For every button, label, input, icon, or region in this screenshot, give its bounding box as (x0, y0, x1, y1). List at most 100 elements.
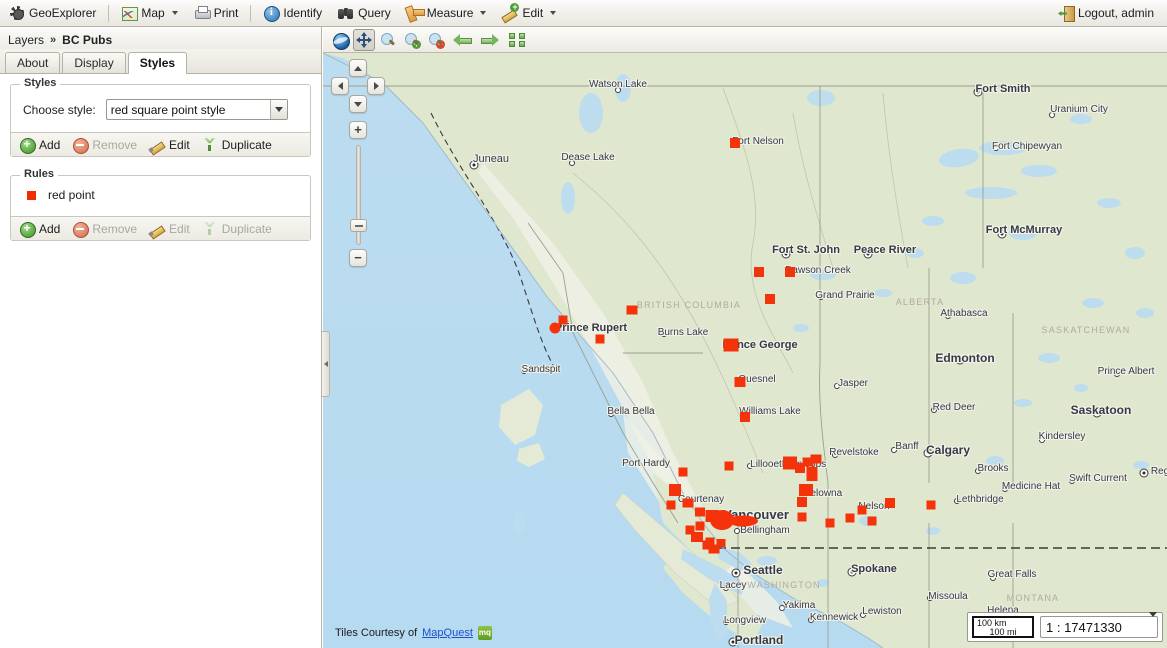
tab-display[interactable]: Display (62, 52, 125, 73)
rules-add-label: Add (39, 222, 60, 236)
menu-measure[interactable]: Measure (400, 2, 494, 25)
style-select-value: red square point style (107, 103, 270, 117)
feature-point[interactable] (799, 484, 813, 496)
choose-style-label: Choose style: (23, 103, 96, 117)
mapquest-link[interactable]: MapQuest (422, 627, 473, 639)
map-city-label: Medicine Hat (1002, 481, 1060, 492)
zoom-out-button[interactable]: − (425, 29, 447, 51)
rules-edit-button[interactable]: Edit (149, 221, 190, 237)
rule-label[interactable]: red point (48, 188, 95, 202)
info-icon (263, 5, 279, 21)
feature-point[interactable] (858, 506, 867, 515)
map-city-label: Bellingham (740, 525, 789, 536)
tab-strip: About Display Styles (0, 49, 321, 74)
logout-button[interactable]: Logout, admin (1051, 2, 1161, 25)
zoom-to-extent-button[interactable] (505, 29, 529, 51)
pan-button[interactable] (353, 29, 375, 51)
feature-point[interactable] (797, 497, 807, 507)
feature-point[interactable] (730, 138, 740, 148)
feature-point[interactable] (728, 516, 758, 527)
feature-point[interactable] (826, 519, 835, 528)
map-city-label: Reg (1151, 466, 1167, 477)
next-extent-button[interactable] (477, 29, 503, 51)
feature-point[interactable] (927, 501, 936, 510)
menu-identify[interactable]: Identify (256, 2, 329, 25)
duplicate-icon (202, 221, 218, 237)
menu-edit[interactable]: Edit (495, 2, 563, 25)
scale-select-arrow[interactable] (1149, 617, 1157, 637)
map-region-label: MONTANA (1007, 593, 1060, 603)
map-city-label: Juneau (473, 153, 509, 165)
feature-point[interactable] (885, 498, 895, 508)
panel-collapse-handle[interactable] (322, 331, 330, 397)
app-brand[interactable]: GeoExplorer (1, 2, 103, 25)
zoom-box-button[interactable] (377, 29, 399, 51)
feature-point[interactable] (627, 306, 638, 315)
feature-point[interactable] (735, 377, 746, 387)
menu-map[interactable]: Map (114, 2, 184, 25)
styles-add-button[interactable]: Add (19, 137, 60, 153)
map-city-label: Lacey (720, 580, 747, 591)
styles-remove-button[interactable]: Remove (72, 137, 137, 153)
zoom-slider-thumb[interactable] (350, 219, 367, 232)
feature-point[interactable] (754, 267, 764, 277)
feature-point[interactable] (559, 316, 568, 325)
remove-icon (72, 221, 88, 237)
zoom-in-button[interactable]: + (401, 29, 423, 51)
map-region-label: SASKATCHEWAN (1042, 325, 1131, 335)
feature-point[interactable] (740, 412, 750, 422)
menu-query[interactable]: Query (331, 2, 398, 25)
feature-point[interactable] (696, 522, 705, 531)
feature-point[interactable] (683, 499, 694, 508)
pan-east-button[interactable] (367, 77, 385, 95)
feature-point[interactable] (868, 517, 877, 526)
pan-south-button[interactable] (349, 95, 367, 113)
styles-legend: Styles (20, 77, 60, 89)
map-city-label: Athabasca (940, 308, 987, 319)
map-city-label: Seattle (743, 563, 782, 577)
menu-print[interactable]: Print (187, 2, 246, 25)
styles-add-label: Add (39, 138, 60, 152)
map-canvas[interactable]: Watson LakeFort SmithUranium CityFort Ne… (323, 53, 1167, 648)
feature-point[interactable] (785, 267, 795, 277)
styles-duplicate-button[interactable]: Duplicate (202, 137, 272, 153)
zoom-in-stepper[interactable]: + (349, 121, 367, 139)
style-select-arrow[interactable] (270, 100, 287, 119)
feature-point[interactable] (706, 538, 715, 547)
pan-north-button[interactable] (349, 59, 367, 77)
feature-point[interactable] (807, 467, 818, 481)
feature-point[interactable] (695, 508, 705, 517)
feature-point[interactable] (679, 468, 688, 477)
feature-point[interactable] (798, 513, 807, 522)
rules-duplicate-button[interactable]: Duplicate (202, 221, 272, 237)
rules-remove-button[interactable]: Remove (72, 221, 137, 237)
feature-point[interactable] (691, 532, 703, 542)
feature-point[interactable] (724, 339, 739, 352)
rules-add-button[interactable]: Add (19, 221, 60, 237)
styles-edit-button[interactable]: Edit (149, 137, 190, 153)
feature-point[interactable] (846, 514, 855, 523)
pan-west-button[interactable] (331, 77, 349, 95)
remove-icon (72, 137, 88, 153)
tab-about[interactable]: About (5, 52, 60, 73)
map-city-label: Burns Lake (658, 327, 709, 338)
breadcrumb-root[interactable]: Layers (8, 33, 44, 47)
layers-globe-button[interactable] (329, 29, 351, 51)
chevron-down-icon (275, 107, 283, 112)
feature-point[interactable] (811, 455, 822, 464)
menu-identify-label: Identify (283, 6, 322, 20)
map-city-label: Fort Chipewyan (992, 141, 1062, 152)
feature-point[interactable] (717, 539, 726, 547)
feature-point[interactable] (667, 501, 676, 510)
style-select[interactable]: red square point style (106, 99, 288, 120)
feature-point[interactable] (669, 484, 681, 496)
feature-point[interactable] (725, 462, 734, 471)
zoom-out-stepper[interactable]: − (349, 249, 367, 267)
feature-point[interactable] (765, 294, 775, 304)
feature-point[interactable] (596, 335, 605, 344)
map-city-label: Kindersley (1039, 431, 1086, 442)
tab-styles[interactable]: Styles (128, 52, 187, 74)
previous-extent-button[interactable] (449, 29, 475, 51)
scale-select[interactable]: 1 : 17471330 (1040, 616, 1158, 638)
arrow-right-icon (481, 32, 499, 48)
